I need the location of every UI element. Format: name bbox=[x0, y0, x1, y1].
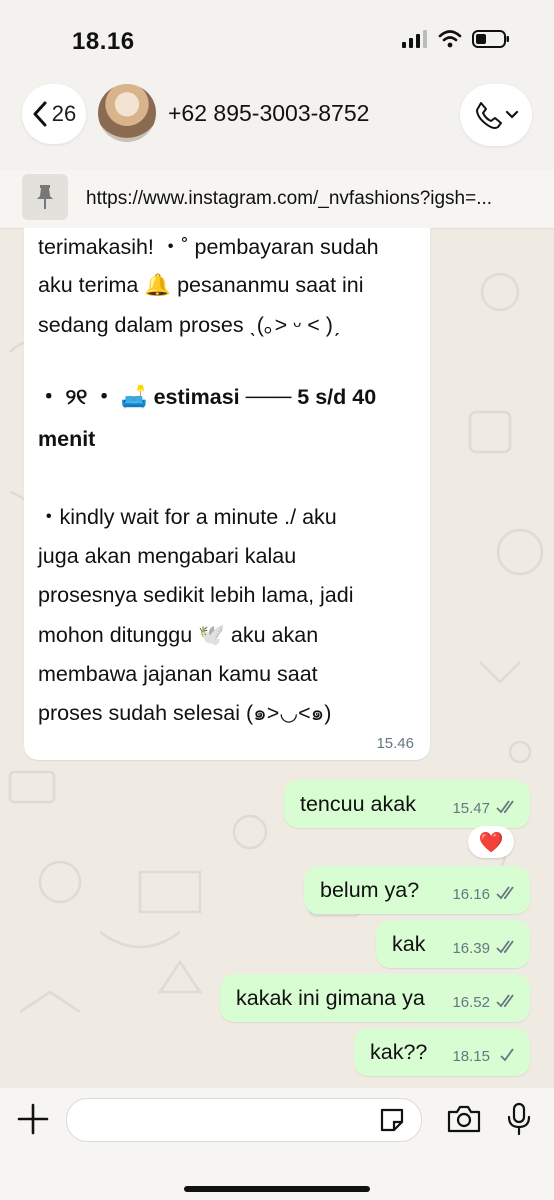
double-check-icon bbox=[496, 800, 514, 814]
unread-count: 26 bbox=[51, 101, 77, 126]
pinned-link[interactable]: https://www.instagram.com/_nvfashions?ig… bbox=[86, 188, 536, 210]
message-line: prosesnya sedikit lebih lama, jadi bbox=[38, 583, 354, 607]
outgoing-message[interactable]: kak?? 18.15 bbox=[354, 1028, 530, 1076]
chat-header: 26 +62 895-3003-8752 bbox=[0, 78, 554, 170]
battery-icon bbox=[472, 30, 509, 48]
message-text: kak?? bbox=[370, 1040, 428, 1064]
pin-icon bbox=[22, 174, 68, 220]
outgoing-message[interactable]: tencuu akak 15.47 bbox=[284, 780, 530, 828]
message-line: membawa jajanan kamu saat bbox=[38, 662, 318, 686]
message-time: 16.39 bbox=[452, 940, 490, 957]
message-text: tencuu akak bbox=[300, 792, 416, 816]
message-line: sedang dalam proses ˎ(｡˃ ᵕ ˂ )ˏ bbox=[38, 313, 341, 337]
message-line: juga akan mengabari kalau bbox=[38, 544, 297, 568]
message-time: 15.46 bbox=[376, 735, 414, 752]
message-time: 18.15 bbox=[452, 1048, 490, 1065]
outgoing-message[interactable]: kakak ini gimana ya 16.52 bbox=[220, 974, 530, 1022]
pinned-message-bar[interactable]: https://www.instagram.com/_nvfashions?ig… bbox=[0, 170, 554, 229]
message-line: aku terima 🔔 pesananmu saat ini bbox=[38, 273, 364, 297]
message-text: kakak ini gimana ya bbox=[236, 986, 425, 1010]
outgoing-message[interactable]: kak 16.39 bbox=[376, 920, 530, 968]
message-line: mohon ditunggu 🕊️ aku akan bbox=[38, 623, 319, 647]
home-indicator bbox=[184, 1186, 370, 1192]
avatar[interactable] bbox=[98, 84, 156, 142]
double-check-icon bbox=[496, 994, 514, 1008]
message-line: terimakasih! ・˚ pembayaran sudah bbox=[38, 235, 379, 259]
message-text: kak bbox=[392, 932, 426, 956]
signal-icon bbox=[402, 30, 427, 48]
message-input[interactable] bbox=[66, 1098, 422, 1142]
message-line: proses sudah selesai (๑>◡<๑) bbox=[38, 701, 332, 725]
double-check-icon bbox=[496, 886, 514, 900]
message-line: ・ ୨୧ ・ 🛋️ estimasi ─── 5 s/d 40 bbox=[38, 385, 377, 409]
plus-icon[interactable] bbox=[16, 1102, 50, 1136]
heart-reaction[interactable]: ❤️ bbox=[468, 826, 514, 858]
incoming-message[interactable]: terimakasih! ・˚ pembayaran sudah aku ter… bbox=[24, 228, 430, 760]
outgoing-message[interactable]: belum ya? 16.16 bbox=[304, 866, 530, 914]
message-time: 16.16 bbox=[452, 886, 490, 903]
double-check-icon bbox=[496, 940, 514, 954]
contact-name[interactable]: +62 895-3003-8752 bbox=[168, 100, 369, 127]
chevron-left-icon bbox=[33, 101, 47, 127]
message-line: ・kindly wait for a minute ./ aku bbox=[38, 505, 337, 529]
camera-icon[interactable] bbox=[446, 1104, 482, 1134]
message-line: menit bbox=[38, 427, 96, 451]
back-button[interactable]: 26 bbox=[22, 84, 86, 144]
call-button[interactable] bbox=[460, 84, 532, 146]
single-check-icon bbox=[500, 1048, 514, 1062]
status-time: 18.16 bbox=[72, 28, 135, 55]
message-time: 15.47 bbox=[452, 800, 490, 817]
message-text: belum ya? bbox=[320, 878, 420, 902]
sticker-icon[interactable] bbox=[378, 1106, 406, 1134]
message-time: 16.52 bbox=[452, 994, 490, 1011]
chevron-down-icon bbox=[505, 110, 519, 119]
status-bar: 18.16 bbox=[0, 0, 554, 78]
phone-icon bbox=[476, 102, 502, 129]
wifi-icon bbox=[438, 30, 462, 48]
composer-bar bbox=[0, 1088, 554, 1200]
microphone-icon[interactable] bbox=[506, 1102, 532, 1136]
status-icons bbox=[402, 30, 510, 48]
